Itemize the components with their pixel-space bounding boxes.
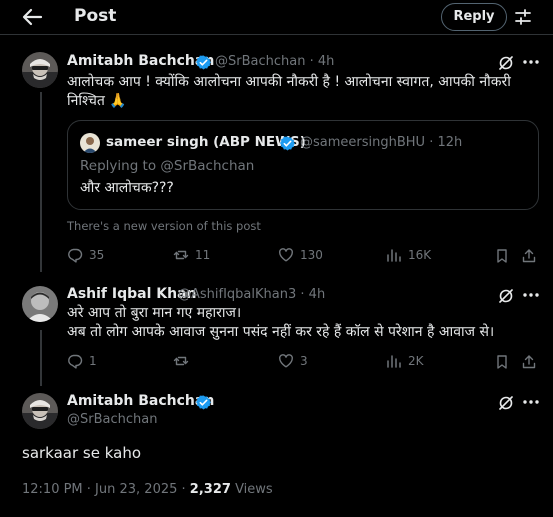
bookmark-icon[interactable] — [494, 248, 510, 264]
like-count: 3 — [300, 354, 308, 368]
more-options-icon[interactable] — [522, 399, 540, 405]
back-arrow-icon[interactable] — [20, 6, 44, 28]
quoted-post[interactable]: sameer singh (ABP NEWS) @sameersinghBHU … — [67, 120, 539, 210]
post-text: अरे आप तो बुरा मान गए महाराज। अब तो लोग … — [67, 305, 495, 340]
views-count: 2,327 — [189, 482, 231, 497]
grok-icon[interactable] — [498, 288, 514, 304]
reply-icon — [68, 248, 83, 263]
grok-icon[interactable] — [498, 395, 514, 411]
header: Post Reply — [0, 0, 553, 34]
view-count: 16K — [408, 248, 432, 262]
verified-badge-icon — [196, 55, 211, 70]
more-options-icon[interactable] — [522, 292, 540, 298]
author-handle[interactable]: @SrBachchan · 4h — [215, 54, 334, 69]
verified-badge-icon — [280, 136, 295, 151]
reply-icon — [68, 354, 83, 369]
post-text: sarkaar se kaho — [22, 444, 142, 462]
header-divider — [0, 34, 553, 35]
avatar — [80, 133, 100, 153]
thread-connector — [40, 330, 42, 386]
reply-action[interactable]: 35 — [67, 247, 104, 263]
reply-action[interactable]: 1 — [67, 353, 97, 369]
replying-to: Replying to @SrBachchan — [80, 158, 255, 174]
share-icon[interactable] — [521, 248, 537, 264]
reply-button[interactable]: Reply — [441, 3, 507, 31]
like-action[interactable]: 130 — [278, 247, 323, 263]
author-name[interactable]: Amitabh Bachchan — [67, 393, 214, 409]
share-icon[interactable] — [521, 354, 537, 370]
quoted-post-text: और आलोचक??? — [80, 180, 174, 196]
author-handle[interactable]: @AshifIqbalKhan3 · 4h — [178, 287, 325, 302]
replying-to-handle[interactable]: @SrBachchan — [160, 158, 254, 174]
quoted-author-name: sameer singh (ABP NEWS) — [106, 134, 306, 150]
views-icon — [387, 249, 401, 262]
verified-badge-icon — [196, 395, 211, 410]
post-timestamp[interactable]: 12:10 PM · Jun 23, 2025 · — [22, 482, 186, 497]
post-time: · 4h — [300, 287, 326, 302]
views-action[interactable]: 16K — [386, 247, 431, 263]
like-count: 130 — [300, 248, 323, 262]
post-text: आलोचक आप ! क्योंकि आलोचना आपकी नौकरी है … — [67, 74, 511, 109]
more-options-icon[interactable] — [522, 59, 540, 65]
views-icon — [387, 355, 401, 368]
sliders-icon[interactable] — [514, 8, 532, 26]
author-handle[interactable]: @SrBachchan — [67, 412, 157, 427]
view-count: 2K — [408, 354, 424, 368]
views-label: Views — [235, 482, 273, 497]
heart-icon — [279, 354, 293, 368]
author-name[interactable]: Amitabh Bachchan — [67, 53, 214, 69]
reply-count: 35 — [89, 248, 105, 262]
bookmark-icon[interactable] — [494, 354, 510, 370]
views-action[interactable]: 2K — [386, 353, 424, 369]
avatar[interactable] — [22, 393, 58, 429]
grok-icon[interactable] — [498, 55, 514, 71]
post-meta: 12:10 PM · Jun 23, 2025 · 2,327 Views — [22, 482, 273, 497]
reply-count: 1 — [89, 354, 97, 368]
repost-icon — [173, 356, 189, 366]
repost-action[interactable] — [173, 353, 195, 369]
repost-count: 11 — [195, 248, 211, 262]
repost-icon — [173, 250, 189, 260]
repost-action[interactable]: 11 — [173, 247, 210, 263]
like-action[interactable]: 3 — [278, 353, 308, 369]
thread-connector — [40, 92, 42, 272]
quoted-author-handle: @sameersinghBHU · 12h — [300, 135, 463, 150]
page-title: Post — [74, 6, 117, 26]
new-version-notice: There's a new version of this post — [67, 219, 261, 233]
avatar[interactable] — [22, 52, 58, 88]
post-time: · 4h — [309, 54, 335, 69]
heart-icon — [279, 248, 293, 262]
avatar[interactable] — [22, 286, 58, 322]
